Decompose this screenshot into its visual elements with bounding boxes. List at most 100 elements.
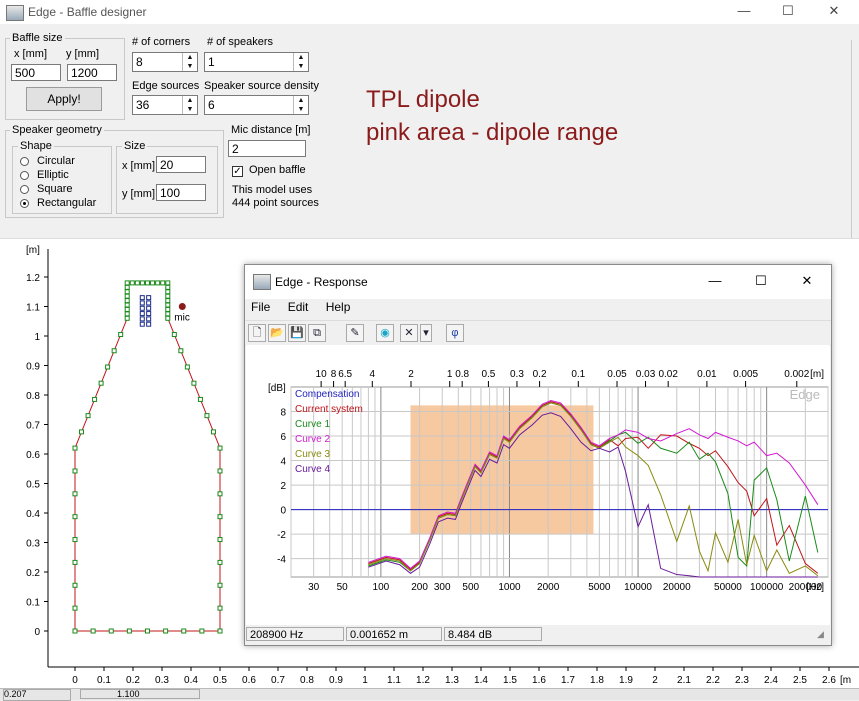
baffle-size-label: Baffle size <box>10 32 65 44</box>
speaker-source-marker <box>139 311 145 317</box>
edge-source-marker <box>217 582 223 588</box>
dropdown-icon[interactable]: ▾ <box>420 324 432 342</box>
baffle-x-tick-label: 1.1 <box>387 675 401 686</box>
mic-distance-label: Mic distance [m] <box>231 124 311 136</box>
baffle-x-tick-label: 1.5 <box>503 675 517 686</box>
baffle-x-tick-label: 2 <box>652 675 658 686</box>
open-baffle-checkbox[interactable]: ✓ <box>232 166 243 177</box>
baffle-x-tick-label: 1.6 <box>532 675 546 686</box>
copy-icon[interactable]: ⧉ <box>308 324 326 342</box>
model-info-line-1: This model uses <box>232 184 313 196</box>
menu-help[interactable]: Help <box>326 300 351 314</box>
response-maximize-button[interactable]: ☐ <box>741 273 781 289</box>
edge-source-marker <box>210 429 216 435</box>
size-x-input[interactable]: 20 <box>156 156 206 173</box>
edge-source-marker <box>124 298 130 304</box>
edge-source-marker <box>217 445 223 451</box>
edge-source-marker <box>155 280 161 286</box>
baffle-x-input[interactable]: 500 <box>11 64 61 81</box>
edge-source-marker <box>217 605 223 611</box>
speaker-source-marker <box>146 321 152 327</box>
corners-spinner[interactable]: 8 ▲ ▼ <box>132 52 198 72</box>
open-folder-icon[interactable]: 📂 <box>268 324 286 342</box>
radio-icon[interactable] <box>20 171 29 180</box>
edge-sources-value: 36 <box>136 98 150 112</box>
pen-icon[interactable]: ✎ <box>346 324 364 342</box>
radio-selected-icon[interactable] <box>20 199 29 208</box>
new-file-icon[interactable]: 🗋 <box>248 324 266 342</box>
size-y-input[interactable]: 100 <box>156 184 206 201</box>
spinner-arrows-icon[interactable]: ▲ ▼ <box>182 53 197 71</box>
response-minimize-button[interactable]: — <box>695 273 735 288</box>
radio-icon[interactable] <box>20 157 29 166</box>
minimize-button[interactable]: — <box>724 3 764 18</box>
menu-edit[interactable]: Edit <box>288 300 309 314</box>
edge-source-marker <box>165 298 171 304</box>
y-tick-label: 4 <box>280 457 286 468</box>
response-chart-area[interactable]: 8 6 4 2 0 -2 -4 [dB] 30 50 100 200 300 500 1000 2000 500… <box>246 345 830 625</box>
density-spinner[interactable]: 6 ▲ ▼ <box>204 95 309 115</box>
edge-source-marker <box>72 628 78 634</box>
status-level: 8.484 dB <box>444 627 542 641</box>
baffle-x-tick-label: 0.1 <box>97 675 111 686</box>
edge-source-marker <box>160 280 166 286</box>
maximize-button[interactable]: ☐ <box>768 3 808 19</box>
edge-source-marker <box>165 302 171 308</box>
edge-source-marker <box>72 582 78 588</box>
edge-sources-spinner[interactable]: 36 ▲ ▼ <box>132 95 198 115</box>
phase-icon[interactable]: φ <box>446 324 464 342</box>
legend-entry: Curve 1 <box>295 419 330 430</box>
radio-icon[interactable] <box>20 185 29 194</box>
baffle-x-tick-label: 1.2 <box>416 675 430 686</box>
baffle-x-tick-label: 1.3 <box>445 675 459 686</box>
speaker-source-marker <box>146 295 152 301</box>
speakers-spinner[interactable]: 1 ▲ ▼ <box>204 52 309 72</box>
top-tick-label: 0.02 <box>658 369 678 380</box>
edge-source-marker <box>90 628 96 634</box>
speaker-source-marker <box>139 305 145 311</box>
density-value: 6 <box>208 98 215 112</box>
x-tick-label: 10000 <box>624 582 652 593</box>
spinner-arrows-icon[interactable]: ▲ ▼ <box>293 53 308 71</box>
edge-source-marker <box>184 364 190 370</box>
edge-source-marker <box>165 315 171 321</box>
edge-source-marker <box>171 332 177 338</box>
edge-source-marker <box>165 280 171 286</box>
speakers-label: # of speakers <box>207 36 274 48</box>
menu-file[interactable]: File <box>251 300 270 314</box>
x-tick-label: 30 <box>308 582 320 593</box>
close-button[interactable]: ✕ <box>814 3 854 19</box>
baffle-x-tick-label: 1 <box>362 675 368 686</box>
response-close-button[interactable]: ✕ <box>787 273 827 289</box>
response-title-bar: Edge - Response — ☐ ✕ <box>245 265 831 299</box>
response-chart: 8 6 4 2 0 -2 -4 [dB] 30 50 100 200 300 500 1000 2000 500… <box>268 369 829 593</box>
shape-label-rectangular: Rectangular <box>37 197 97 209</box>
top-tick-label: 0.3 <box>510 369 524 380</box>
top-tick-label: 2 <box>408 369 414 380</box>
baffle-y-unit: [m] <box>26 245 40 256</box>
save-icon[interactable]: 💾 <box>288 324 306 342</box>
edge-source-marker <box>217 514 223 520</box>
edge-source-marker <box>126 628 132 634</box>
spinner-arrows-icon[interactable]: ▲ ▼ <box>293 96 308 114</box>
baffle-x-tick-label: 2.1 <box>677 675 691 686</box>
speaker-source-marker <box>146 300 152 306</box>
x-tick-label: 5000 <box>588 582 611 593</box>
edge-source-marker <box>72 559 78 565</box>
baffle-x-tick-label: 0.3 <box>155 675 169 686</box>
edge-source-marker <box>145 628 150 634</box>
resize-grip-icon[interactable]: ◢ <box>817 630 829 642</box>
delete-icon[interactable]: ✕ <box>400 324 418 342</box>
spinner-arrows-icon[interactable]: ▲ ▼ <box>182 96 197 114</box>
edge-source-marker <box>217 491 223 497</box>
x-tick-label: 20000 <box>663 582 691 593</box>
baffle-y-input[interactable]: 1200 <box>67 64 117 81</box>
mic-distance-input[interactable]: 2 <box>228 140 306 157</box>
speaker-icon[interactable]: ◉ <box>376 324 394 342</box>
speaker-source-marker <box>146 311 152 317</box>
size-x-label: x [mm] <box>122 160 155 172</box>
response-window[interactable]: Edge - Response — ☐ ✕ File Edit Help 🗋 📂… <box>244 264 832 646</box>
apply-button[interactable]: Apply! <box>26 87 102 111</box>
annotation-line-1: TPL dipole <box>366 86 480 113</box>
status-y: 1.100 <box>80 689 200 699</box>
